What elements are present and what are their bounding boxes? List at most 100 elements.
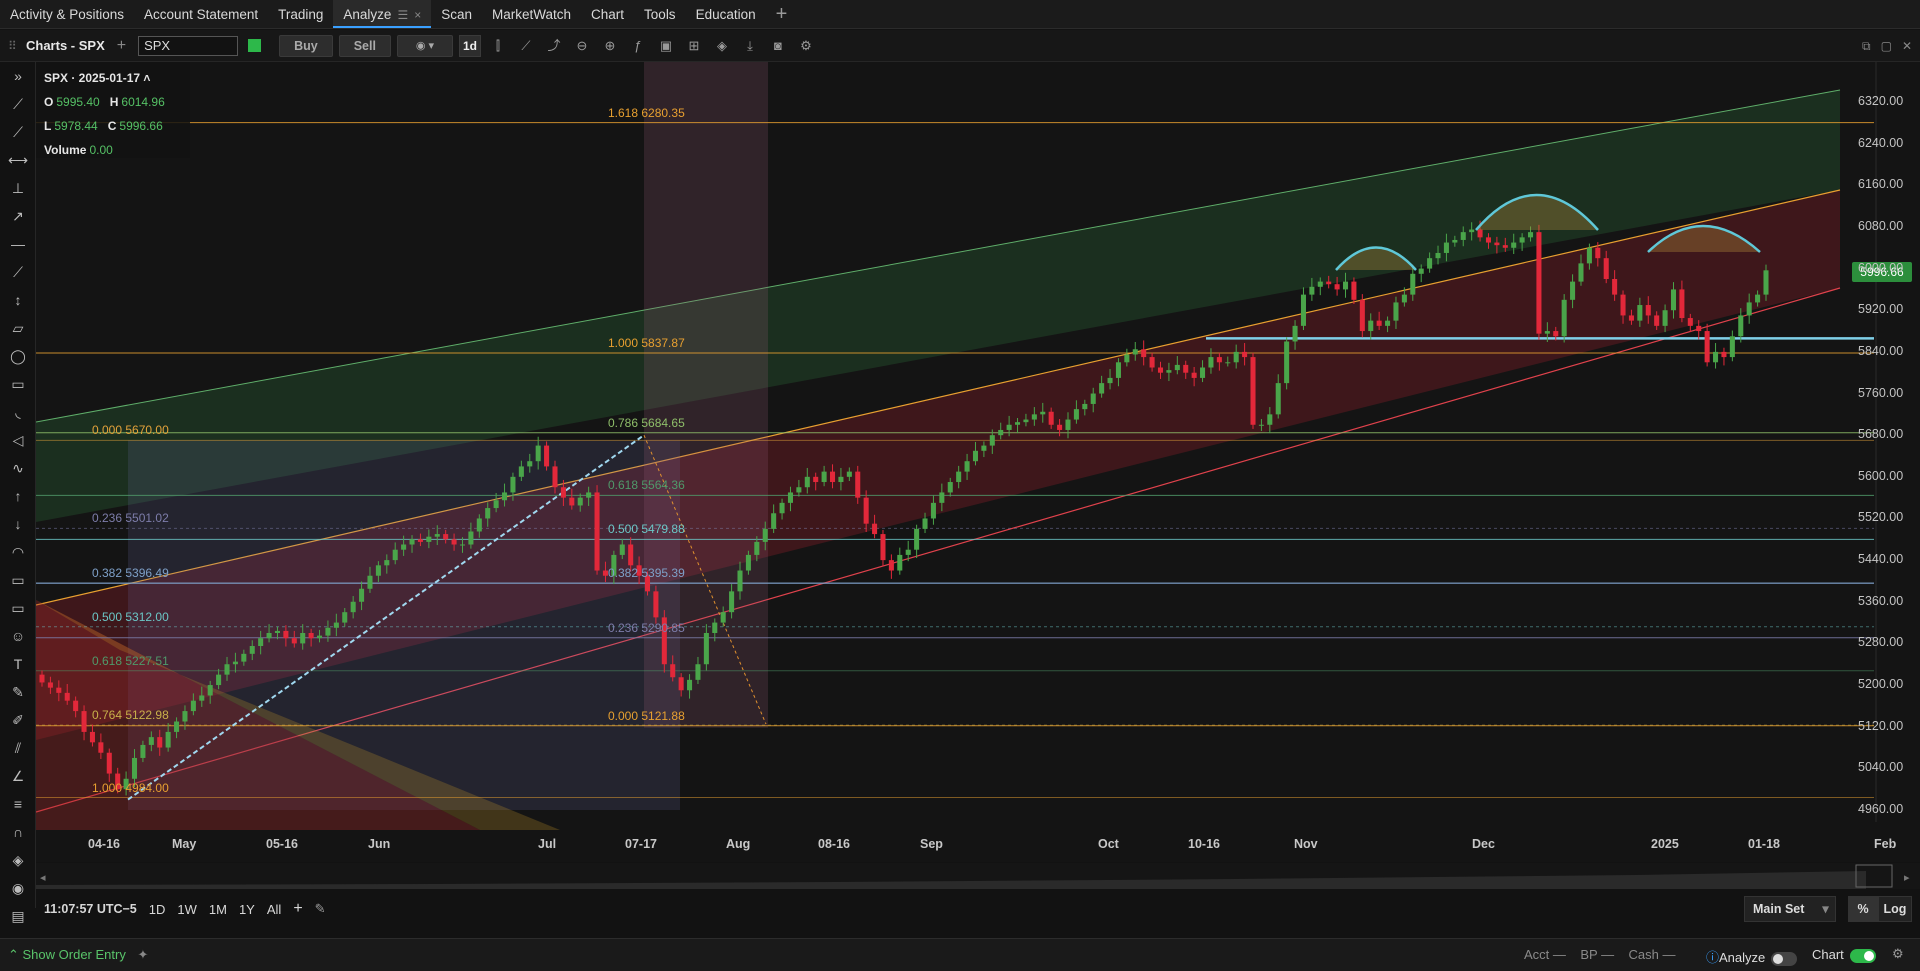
visibility-eye-icon[interactable]: ◉ xyxy=(0,874,36,902)
candle-body xyxy=(47,682,53,688)
arc-tool-icon[interactable]: ◟ xyxy=(0,398,36,426)
add-chart-icon[interactable]: + xyxy=(117,37,126,55)
tab-tools[interactable]: Tools xyxy=(634,0,686,28)
text-tool-icon[interactable]: T xyxy=(0,650,36,678)
add-range-icon[interactable]: + xyxy=(293,900,302,918)
candle-body xyxy=(1485,237,1492,243)
curve-tool-icon[interactable]: ◠ xyxy=(0,538,36,566)
add-tab-button[interactable]: + xyxy=(766,0,798,28)
range-1d[interactable]: 1D xyxy=(149,902,166,917)
buy-button[interactable]: Buy xyxy=(279,34,333,57)
horizontal-line-icon[interactable]: ⟷ xyxy=(0,146,36,174)
main-set-dropdown[interactable]: Main Set ▾ xyxy=(1744,896,1836,922)
chart-scroller[interactable]: ◂ ▸ xyxy=(36,863,1920,889)
sell-button[interactable]: Sell xyxy=(338,34,391,57)
maximize-icon[interactable]: ▢ xyxy=(1881,39,1892,53)
price-chart[interactable] xyxy=(36,62,1920,862)
tab-analyze[interactable]: Analyze ☰ × xyxy=(333,0,432,28)
comment-icon[interactable]: ▭ xyxy=(0,594,36,622)
menu-icon[interactable]: ☰ xyxy=(397,8,408,22)
ruler-icon[interactable]: ≡ xyxy=(0,790,36,818)
range-1m[interactable]: 1M xyxy=(209,902,227,917)
vertical-line-icon[interactable]: ↕ xyxy=(0,286,36,314)
tab-chart[interactable]: Chart xyxy=(581,0,634,28)
x-tick-label: Oct xyxy=(1098,837,1119,851)
arrow-down-icon[interactable]: ↓ xyxy=(0,510,36,538)
triangle-tool-icon[interactable]: ◁ xyxy=(0,426,36,454)
status-bar: ⌃ Show Order Entry ✦ Acct — BP — Cash — … xyxy=(0,938,1920,971)
percent-button[interactable]: % xyxy=(1848,896,1878,922)
candle-body xyxy=(485,508,491,519)
log-button[interactable]: Log xyxy=(1878,896,1912,922)
range-1y[interactable]: 1Y xyxy=(239,902,255,917)
pin-icon[interactable]: ✦ xyxy=(137,947,148,962)
eraser-icon[interactable]: ✐ xyxy=(0,706,36,734)
line-tool-icon[interactable]: ⟋ xyxy=(0,90,36,118)
timeframe-button[interactable]: 1d xyxy=(458,34,481,57)
crosshair-dropdown[interactable]: ◉ ▾ xyxy=(396,34,453,57)
fib-left-label: 0.764 5122.98 xyxy=(92,708,169,723)
channel-tool-icon[interactable]: ▱ xyxy=(0,314,36,342)
ray-tool-icon[interactable]: ⟋ xyxy=(0,118,36,146)
settings-gear-icon-status[interactable]: ⚙ xyxy=(1892,946,1904,962)
ellipse-tool-icon[interactable]: ◯ xyxy=(0,342,36,370)
drag-handle-icon[interactable]: ⠿ xyxy=(8,39,20,53)
detach-icon[interactable]: ⧉ xyxy=(1862,39,1871,54)
image-icon[interactable]: ▣ xyxy=(655,35,677,57)
show-order-entry-link[interactable]: ⌃ Show Order Entry ✦ xyxy=(8,947,148,963)
download-icon[interactable]: ⤓ xyxy=(739,35,761,57)
rectangle-tool-icon[interactable]: ▭ xyxy=(0,370,36,398)
layout-icon[interactable]: ⊞ xyxy=(683,35,705,57)
lock-icon[interactable]: ◈ xyxy=(0,846,36,874)
candle-body xyxy=(821,471,827,483)
tab-account-statement[interactable]: Account Statement xyxy=(134,0,268,28)
expand-tools-icon[interactable]: » xyxy=(0,62,36,90)
edit-icon[interactable]: ✎ xyxy=(315,901,326,917)
candle-body xyxy=(1452,239,1458,243)
candle-body xyxy=(1443,242,1449,253)
fib-right-label: 0.382 5395.39 xyxy=(608,566,685,581)
wave-tool-icon[interactable]: ∿ xyxy=(0,454,36,482)
extended-line-icon[interactable]: ⟋ xyxy=(0,258,36,286)
link-color-icon[interactable] xyxy=(248,39,262,52)
chart-type-icon[interactable]: ⫿ xyxy=(487,35,509,57)
arrow-up-icon[interactable]: ↑ xyxy=(0,482,36,510)
candle-body xyxy=(493,500,499,509)
candle-body xyxy=(140,744,146,758)
brush-icon[interactable]: ✎ xyxy=(0,678,36,706)
trash-icon[interactable]: ▤ xyxy=(0,902,36,930)
close-value: 5996.66 xyxy=(119,119,163,133)
trendline-icon[interactable]: ⟋ xyxy=(515,35,537,57)
callout-icon[interactable]: ▭ xyxy=(0,566,36,594)
fib-right-label: 1.000 5837.87 xyxy=(608,335,685,350)
gann-icon[interactable]: ∠ xyxy=(0,762,36,790)
hline-tool-icon[interactable]: — xyxy=(0,230,36,258)
emoji-icon[interactable]: ☺ xyxy=(0,622,36,650)
settings-gear-icon[interactable]: ⚙ xyxy=(795,35,817,57)
symbol-input[interactable] xyxy=(138,35,239,56)
candle-body xyxy=(1460,232,1466,240)
tab-scan[interactable]: Scan xyxy=(431,0,482,28)
studies-icon[interactable]: ⤴ xyxy=(543,35,565,57)
pitchfork-icon[interactable]: ⫽ xyxy=(0,734,36,762)
tab-trading[interactable]: Trading xyxy=(268,0,333,28)
chart-toggle[interactable]: Chart xyxy=(1812,947,1876,963)
close-icon[interactable]: × xyxy=(414,8,421,22)
range-1w[interactable]: 1W xyxy=(177,902,197,917)
zoom-out-icon[interactable]: ⊖ xyxy=(571,35,593,57)
camera-icon[interactable]: ◙ xyxy=(767,35,789,57)
zoom-in-icon[interactable]: ⊕ xyxy=(599,35,621,57)
indicator-icon[interactable]: ƒ xyxy=(627,35,649,57)
magnet-icon[interactable]: ∩ xyxy=(0,818,36,846)
candle-body xyxy=(316,635,323,639)
arrow-tool-icon[interactable]: ↗ xyxy=(0,202,36,230)
tab-marketwatch[interactable]: MarketWatch xyxy=(482,0,581,28)
fib-tool-icon[interactable]: ⊥ xyxy=(0,174,36,202)
range-all[interactable]: All xyxy=(267,902,281,917)
layers-icon[interactable]: ◈ xyxy=(711,35,733,57)
close-window-icon[interactable]: ✕ xyxy=(1902,39,1912,53)
candle-body xyxy=(1704,331,1710,363)
tab-education[interactable]: Education xyxy=(686,0,766,28)
tab-activity-positions[interactable]: Activity & Positions xyxy=(0,0,134,28)
analyze-toggle[interactable]: ⓘAnalyze xyxy=(1706,947,1798,966)
